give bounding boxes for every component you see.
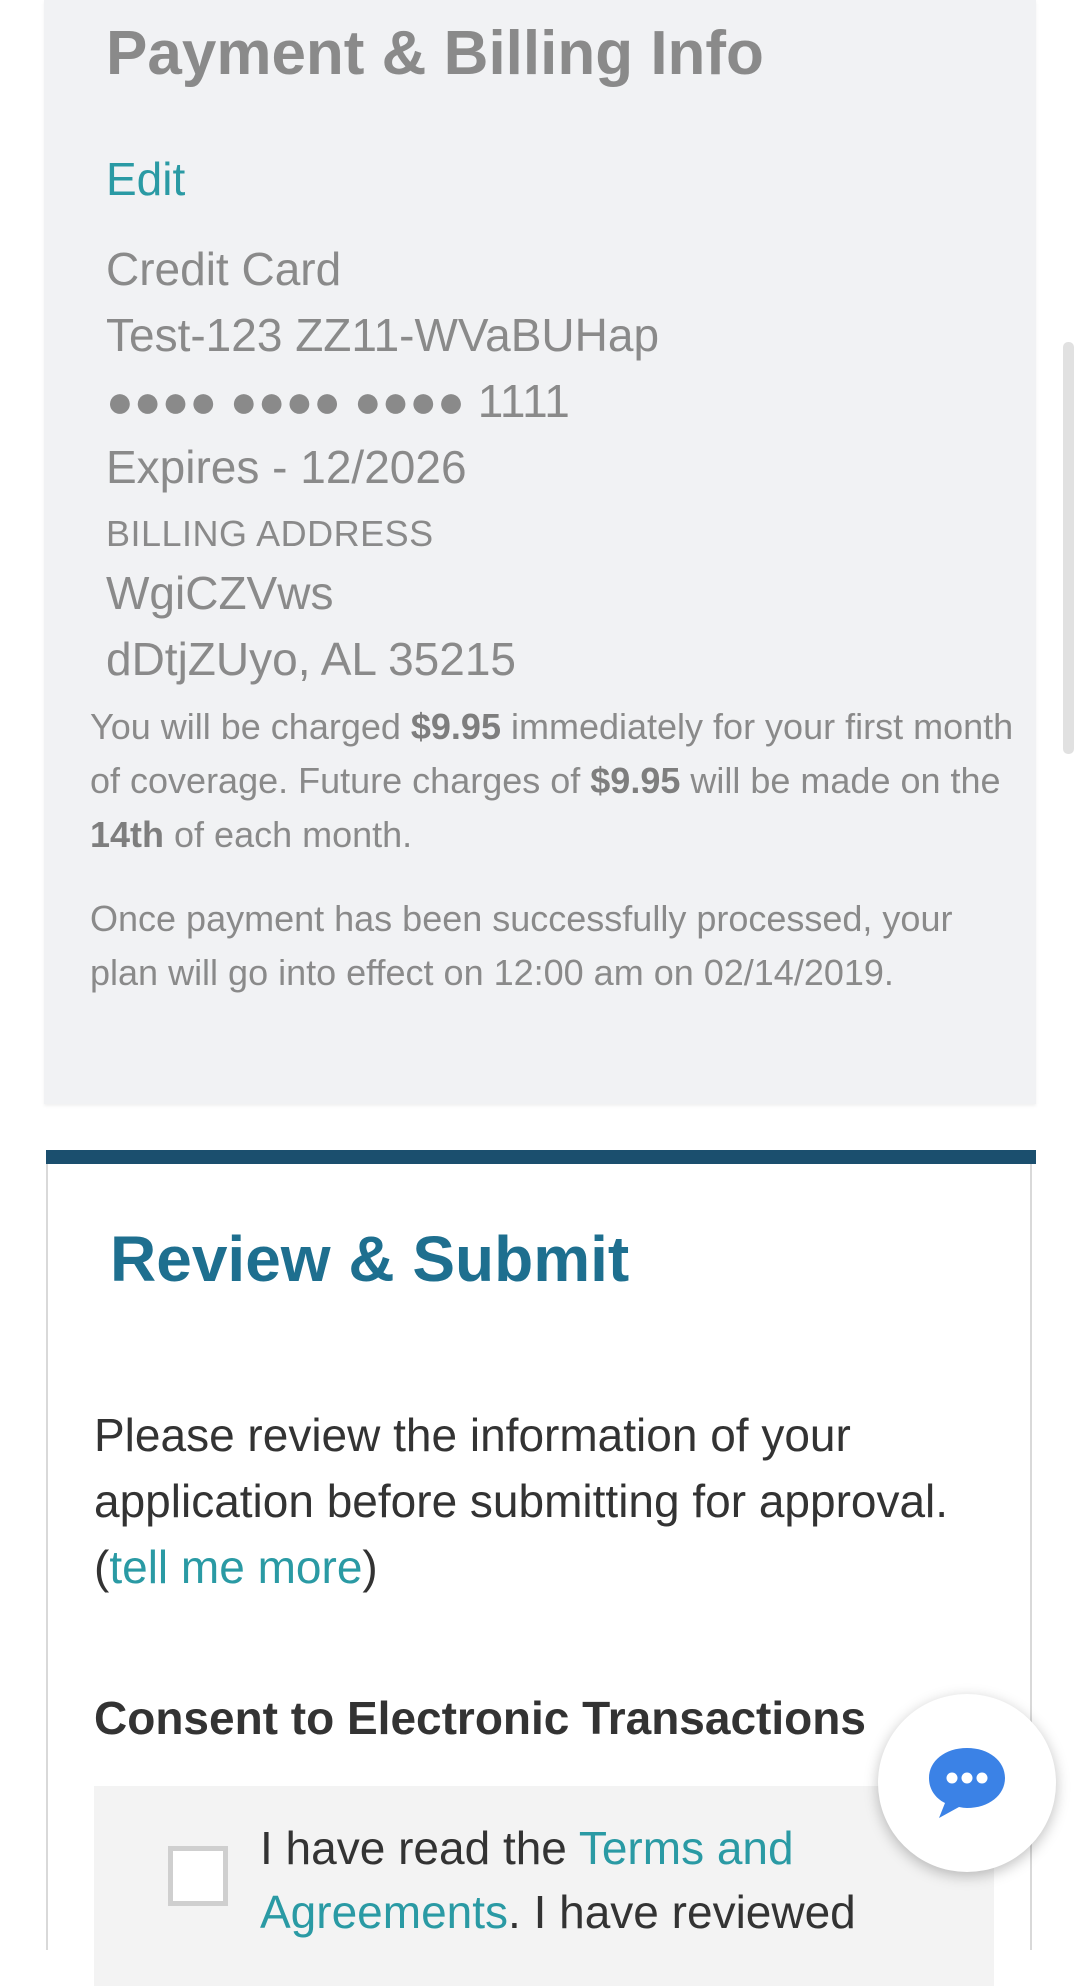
billing-address-label: BILLING ADDRESS: [106, 513, 434, 554]
card-number: ●●●● ●●●● ●●●● 1111: [106, 375, 570, 427]
consent-text-part: I have read the: [260, 1822, 579, 1874]
charge-amount: $9.95: [410, 706, 501, 747]
address-line-1: WgiCZVws: [106, 567, 334, 619]
review-instructions: Please review the information of your ap…: [94, 1402, 1014, 1600]
charge-notice: You will be charged $9.95 immediately fo…: [90, 700, 1020, 862]
consent-box: I have read the Terms and Agreements. I …: [94, 1786, 994, 1986]
edit-billing-link[interactable]: Edit: [106, 152, 185, 206]
charge-text: You will be charged: [90, 706, 411, 747]
review-instructions-close: ): [362, 1541, 378, 1593]
payment-method: Credit Card: [106, 243, 342, 295]
review-submit-panel: Review & Submit Please review the inform…: [46, 1150, 1036, 1986]
card-holder-name: Test-123 ZZ11-WVaBUHap: [106, 309, 660, 361]
address-line-2: dDtjZUyo, AL 35215: [106, 633, 516, 685]
charge-day: 14th: [90, 814, 165, 855]
chat-bubble-icon: [929, 1748, 1005, 1818]
chat-button[interactable]: [878, 1694, 1056, 1872]
card-details: Credit Card Test-123 ZZ11-WVaBUHap ●●●● …: [106, 236, 659, 692]
billing-title: Payment & Billing Info: [106, 19, 764, 88]
card-expiry: Expires - 12/2026: [106, 441, 467, 493]
scrollbar[interactable]: [1063, 342, 1074, 754]
future-charge-amount: $9.95: [590, 760, 681, 801]
consent-text: I have read the Terms and Agreements. I …: [260, 1816, 920, 1944]
consent-text-part: . I have reviewed: [508, 1886, 856, 1938]
tell-me-more-link[interactable]: tell me more: [109, 1541, 362, 1593]
consent-heading: Consent to Electronic Transactions: [94, 1692, 866, 1744]
billing-info-panel: Payment & Billing Info Edit Credit Card …: [44, 0, 1036, 1104]
consent-checkbox[interactable]: [168, 1846, 228, 1906]
charge-text: will be made on the: [680, 760, 1001, 801]
review-title: Review & Submit: [110, 1223, 630, 1295]
effective-date-notice: Once payment has been successfully proce…: [90, 898, 953, 993]
charge-text: of each month.: [164, 814, 413, 855]
section-top-bar: [46, 1150, 1036, 1164]
